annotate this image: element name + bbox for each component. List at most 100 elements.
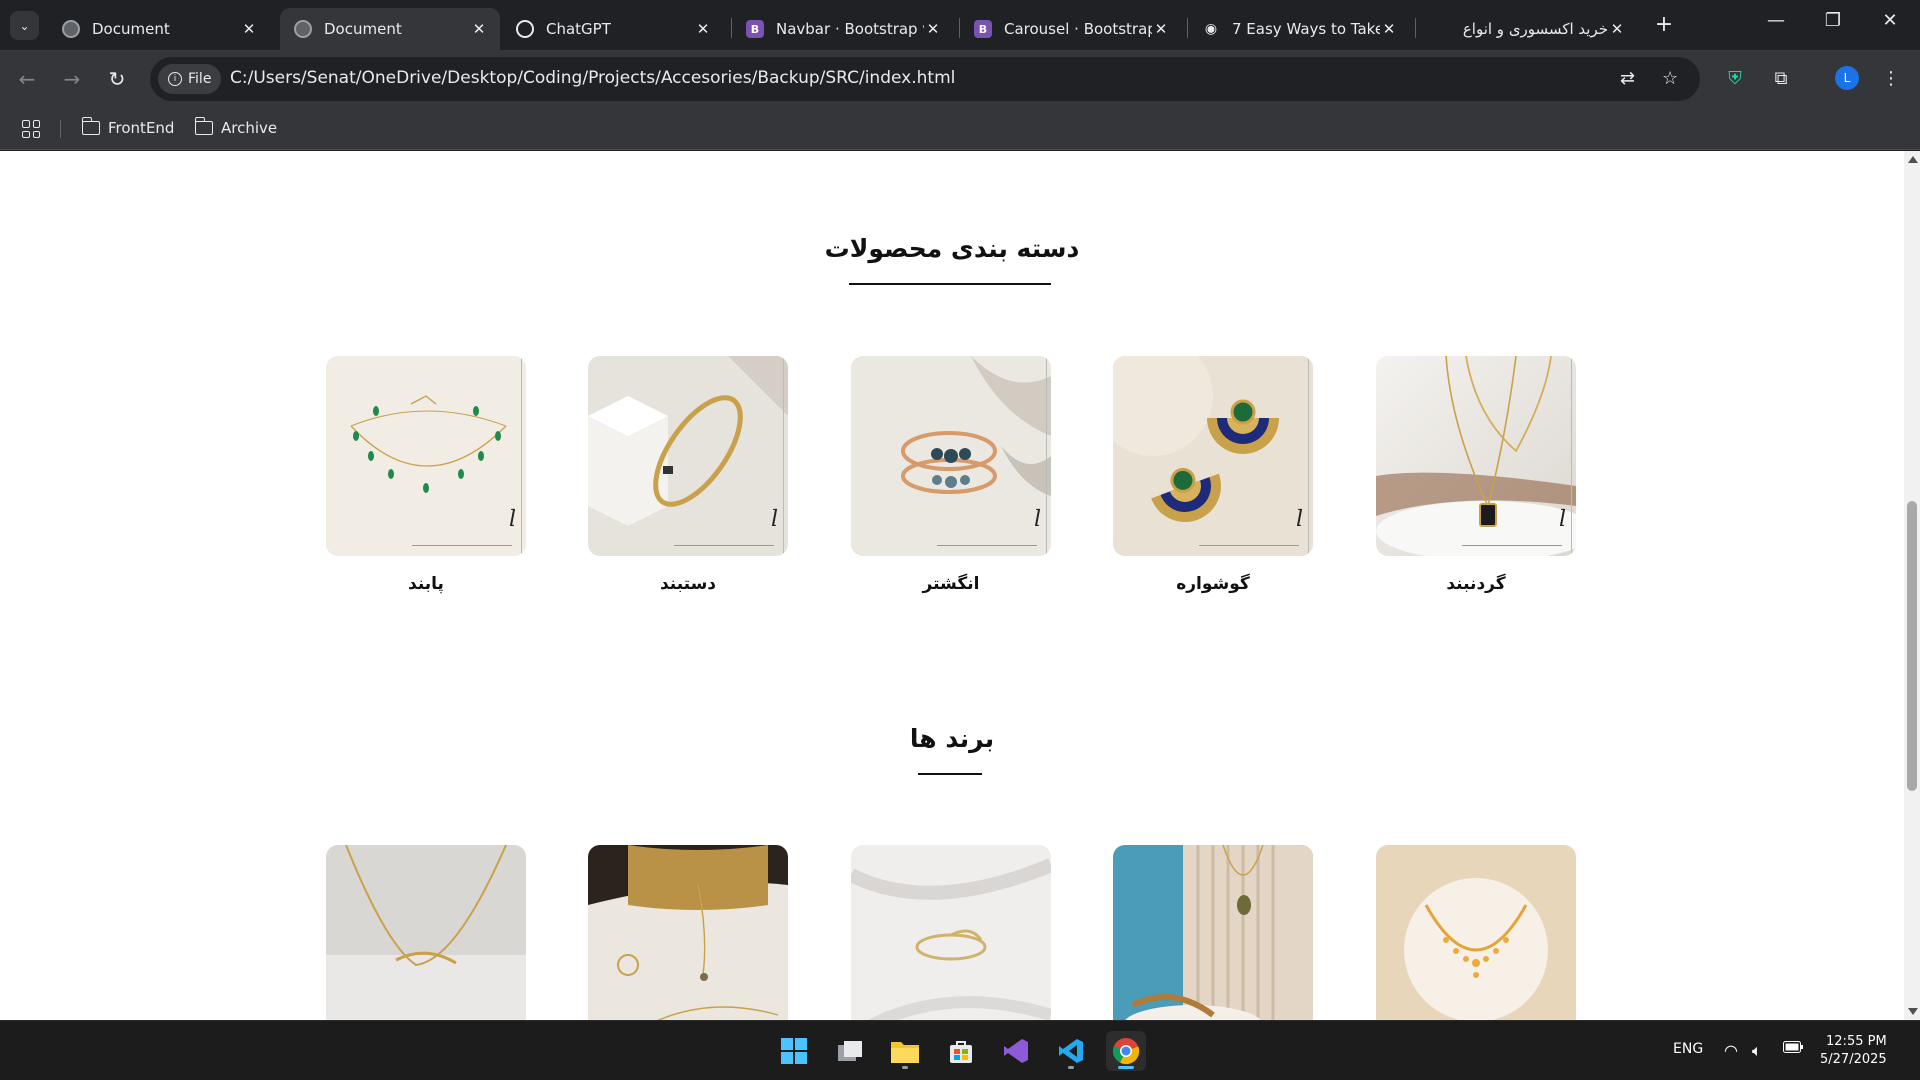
vscode-icon xyxy=(1059,1039,1083,1063)
brand-card-5[interactable] xyxy=(326,845,526,1020)
chrome-button[interactable] xyxy=(1106,1031,1146,1071)
tab-title: Navbar · Bootstrap v xyxy=(776,20,924,38)
start-button[interactable] xyxy=(774,1031,814,1071)
brand-chain-photo xyxy=(1113,845,1313,1020)
running-indicator xyxy=(902,1066,908,1069)
bookmarks-bar: FrontEnd Archive xyxy=(0,108,1920,150)
file-explorer-button[interactable] xyxy=(885,1031,925,1071)
photo-frame-line xyxy=(1046,356,1047,556)
photo-frame-line xyxy=(1571,356,1572,556)
brand-necklace-stand-photo xyxy=(588,845,788,1020)
category-card-bracelet[interactable]: l دستبند xyxy=(588,356,788,594)
ring-photo: l xyxy=(851,356,1051,556)
page-scrollbar[interactable] xyxy=(1904,151,1920,1020)
visual-studio-icon xyxy=(1004,1039,1028,1063)
info-icon: i xyxy=(168,72,182,86)
brand-mark-icon: l xyxy=(1033,507,1041,532)
close-icon[interactable]: ✕ xyxy=(1380,20,1398,38)
tab-document-2[interactable]: Document ✕ xyxy=(280,8,500,50)
brand-line xyxy=(1199,545,1299,546)
bookmark-label: Archive xyxy=(221,119,278,137)
tab-strip: ⌄ Document ✕ Document ✕ ChatGPT ✕ B Navb… xyxy=(0,0,1920,50)
bookmark-star-icon[interactable]: ☆ xyxy=(1662,68,1678,89)
category-card-necklace[interactable]: l گردنبند xyxy=(1376,356,1576,594)
brand-necklace-pendant-photo xyxy=(326,845,526,1020)
reload-button[interactable]: ↻ xyxy=(102,64,132,94)
clock-date: 5/27/2025 xyxy=(1820,1052,1887,1067)
visual-studio-button[interactable] xyxy=(996,1031,1036,1071)
translate-icon[interactable]: ⇄ xyxy=(1620,68,1635,89)
close-icon[interactable]: ✕ xyxy=(470,20,488,38)
vscode-button[interactable] xyxy=(1051,1031,1091,1071)
bookmark-folder-archive[interactable]: Archive xyxy=(194,117,278,137)
scrollbar-thumb[interactable] xyxy=(1907,501,1917,791)
tab-screenshot-article[interactable]: ◉ 7 Easy Ways to Take ✕ xyxy=(1188,8,1410,50)
category-card-anklet[interactable]: l پابند xyxy=(326,356,526,594)
tab-accessory-shop[interactable]: خرید اکسسوری و انواع ✕ xyxy=(1416,8,1638,50)
minimize-button[interactable]: — xyxy=(1756,10,1796,31)
earrings-photo: l xyxy=(1113,356,1313,556)
folder-icon xyxy=(81,117,100,135)
photo-frame-line xyxy=(1308,356,1309,556)
close-icon[interactable]: ✕ xyxy=(694,20,712,38)
restore-button[interactable]: ❐ xyxy=(1813,10,1853,31)
chatgpt-icon xyxy=(516,20,534,38)
apps-grid-icon[interactable] xyxy=(22,120,40,138)
brand-mark-icon: l xyxy=(1558,507,1566,532)
forward-button[interactable]: → xyxy=(57,64,87,94)
vpn-shield-icon[interactable]: ⛨ xyxy=(1720,64,1750,94)
tab-title: Document xyxy=(92,20,170,38)
scroll-down-icon[interactable] xyxy=(1908,1008,1918,1015)
scroll-up-icon[interactable] xyxy=(1908,156,1918,163)
brand-line xyxy=(1462,545,1562,546)
windows-logo-icon xyxy=(781,1038,807,1064)
address-bar[interactable]: i File C:/Users/Senat/OneDrive/Desktop/C… xyxy=(150,57,1700,101)
bookmark-folder-frontend[interactable]: FrontEnd xyxy=(81,117,175,137)
task-view-icon xyxy=(838,1041,862,1061)
tab-chatgpt[interactable]: ChatGPT ✕ xyxy=(502,8,724,50)
brand-card-4[interactable] xyxy=(588,845,788,1020)
battery-icon[interactable] xyxy=(1783,1041,1803,1057)
tab-document-1[interactable]: Document ✕ xyxy=(48,8,270,50)
categories-title: دسته بندی محصولات xyxy=(824,234,1080,263)
category-card-ring[interactable]: l انگشتر xyxy=(851,356,1051,594)
profile-avatar[interactable]: L xyxy=(1835,66,1859,90)
back-button[interactable]: ← xyxy=(12,64,42,94)
bookmarks-separator xyxy=(60,120,61,138)
new-tab-button[interactable]: + xyxy=(1651,12,1677,37)
site-info-chip[interactable]: i File xyxy=(158,64,222,94)
close-window-button[interactable]: ✕ xyxy=(1870,10,1910,31)
brand-line xyxy=(674,545,774,546)
store-icon xyxy=(950,1041,972,1063)
brand-mark-icon: l xyxy=(770,507,778,532)
microsoft-store-button[interactable] xyxy=(941,1031,981,1071)
tab-navbar-bootstrap[interactable]: B Navbar · Bootstrap v ✕ xyxy=(732,8,954,50)
bookmark-label: FrontEnd xyxy=(108,119,175,137)
volume-icon[interactable]: 🔈︎ xyxy=(1752,1041,1762,1061)
close-icon[interactable]: ✕ xyxy=(1608,20,1626,38)
clock-time: 12:55 PM xyxy=(1826,1034,1887,1049)
tab-search-button[interactable]: ⌄ xyxy=(10,11,39,40)
tab-carousel-bootstrap[interactable]: B Carousel · Bootstrap ✕ xyxy=(960,8,1182,50)
category-label: گردنبند xyxy=(1446,574,1506,594)
eye-icon: ◉ xyxy=(1204,21,1218,37)
close-icon[interactable]: ✕ xyxy=(240,20,258,38)
tab-title: 7 Easy Ways to Take xyxy=(1232,20,1380,38)
close-icon[interactable]: ✕ xyxy=(924,20,942,38)
extensions-icon[interactable]: ⧉ xyxy=(1766,64,1796,94)
menu-icon[interactable]: ⋮ xyxy=(1876,64,1906,94)
language-indicator[interactable]: ENG xyxy=(1673,1041,1703,1057)
chip-label: File xyxy=(188,71,212,87)
category-label: دستبند xyxy=(659,574,717,594)
system-clock[interactable]: 12:55 PM 5/27/2025 xyxy=(1820,1033,1887,1069)
category-card-earrings[interactable]: l گوشواره xyxy=(1113,356,1313,594)
task-view-button[interactable] xyxy=(830,1031,870,1071)
close-icon[interactable]: ✕ xyxy=(1152,20,1170,38)
wifi-icon[interactable]: ◠ xyxy=(1724,1041,1738,1060)
brand-card-3[interactable] xyxy=(851,845,1051,1020)
brand-card-1[interactable] xyxy=(1376,845,1576,1020)
brand-card-2[interactable] xyxy=(1113,845,1313,1020)
running-indicator xyxy=(1068,1066,1074,1069)
url-text[interactable]: C:/Users/Senat/OneDrive/Desktop/Coding/P… xyxy=(230,68,955,88)
site-icon xyxy=(1430,20,1434,38)
